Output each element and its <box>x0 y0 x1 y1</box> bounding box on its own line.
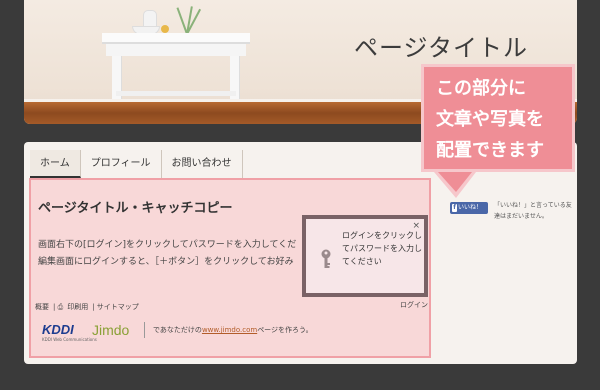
callout-annotation: この部分に 文章や写真を 配置できます <box>421 64 575 172</box>
facebook-like-text: 「いいね！」と言っている友達はまだいません。 <box>494 202 572 220</box>
footer-link-sitemap[interactable]: サイトマップ <box>97 303 139 311</box>
facebook-like-button[interactable]: f いいね！ <box>450 202 488 214</box>
login-link[interactable]: ログイン <box>400 300 428 310</box>
tab-contact[interactable]: お問い合わせ <box>162 150 243 178</box>
facebook-icon: f <box>452 204 457 212</box>
callout-pointer <box>438 172 472 192</box>
jimdo-logo[interactable]: Jimdo <box>92 322 129 338</box>
print-icon: ⎙ <box>57 303 64 311</box>
footer-link-overview[interactable]: 概要 <box>35 303 49 311</box>
key-icon <box>321 249 331 268</box>
body-text[interactable]: 画面右下の[ログイン]をクリックしてパスワードを入力してくだ 編集画面にログイン… <box>38 237 308 271</box>
kddi-logo-subtitle: KDDI Web Communications <box>42 337 97 342</box>
login-instructions: ログインをクリックしてパスワードを入力してください <box>342 231 422 266</box>
page-title[interactable]: ページタイトル <box>354 28 528 63</box>
jimdo-link[interactable]: www.jimdo.com <box>202 326 257 334</box>
table-image <box>102 33 250 44</box>
fruit-image <box>161 25 169 33</box>
footer-links: 概要 | ⎙ 印刷用 | サイトマップ <box>35 303 139 311</box>
catch-copy-heading[interactable]: ページタイトル・キャッチコピー <box>38 197 232 216</box>
footer-link-print[interactable]: 印刷用 <box>67 303 88 311</box>
jimdo-promo-text: であなただけのwww.jimdo.comページを作ろう。 <box>153 326 313 334</box>
tab-home[interactable]: ホーム <box>30 150 81 178</box>
plant-image <box>176 4 202 35</box>
login-tooltip: × ログインをクリックしてパスワードを入力してください <box>302 215 428 297</box>
navigation: ホーム プロフィール お問い合わせ <box>30 150 243 178</box>
tab-profile[interactable]: プロフィール <box>81 150 162 178</box>
kddi-logo[interactable]: KDDI <box>42 322 74 337</box>
